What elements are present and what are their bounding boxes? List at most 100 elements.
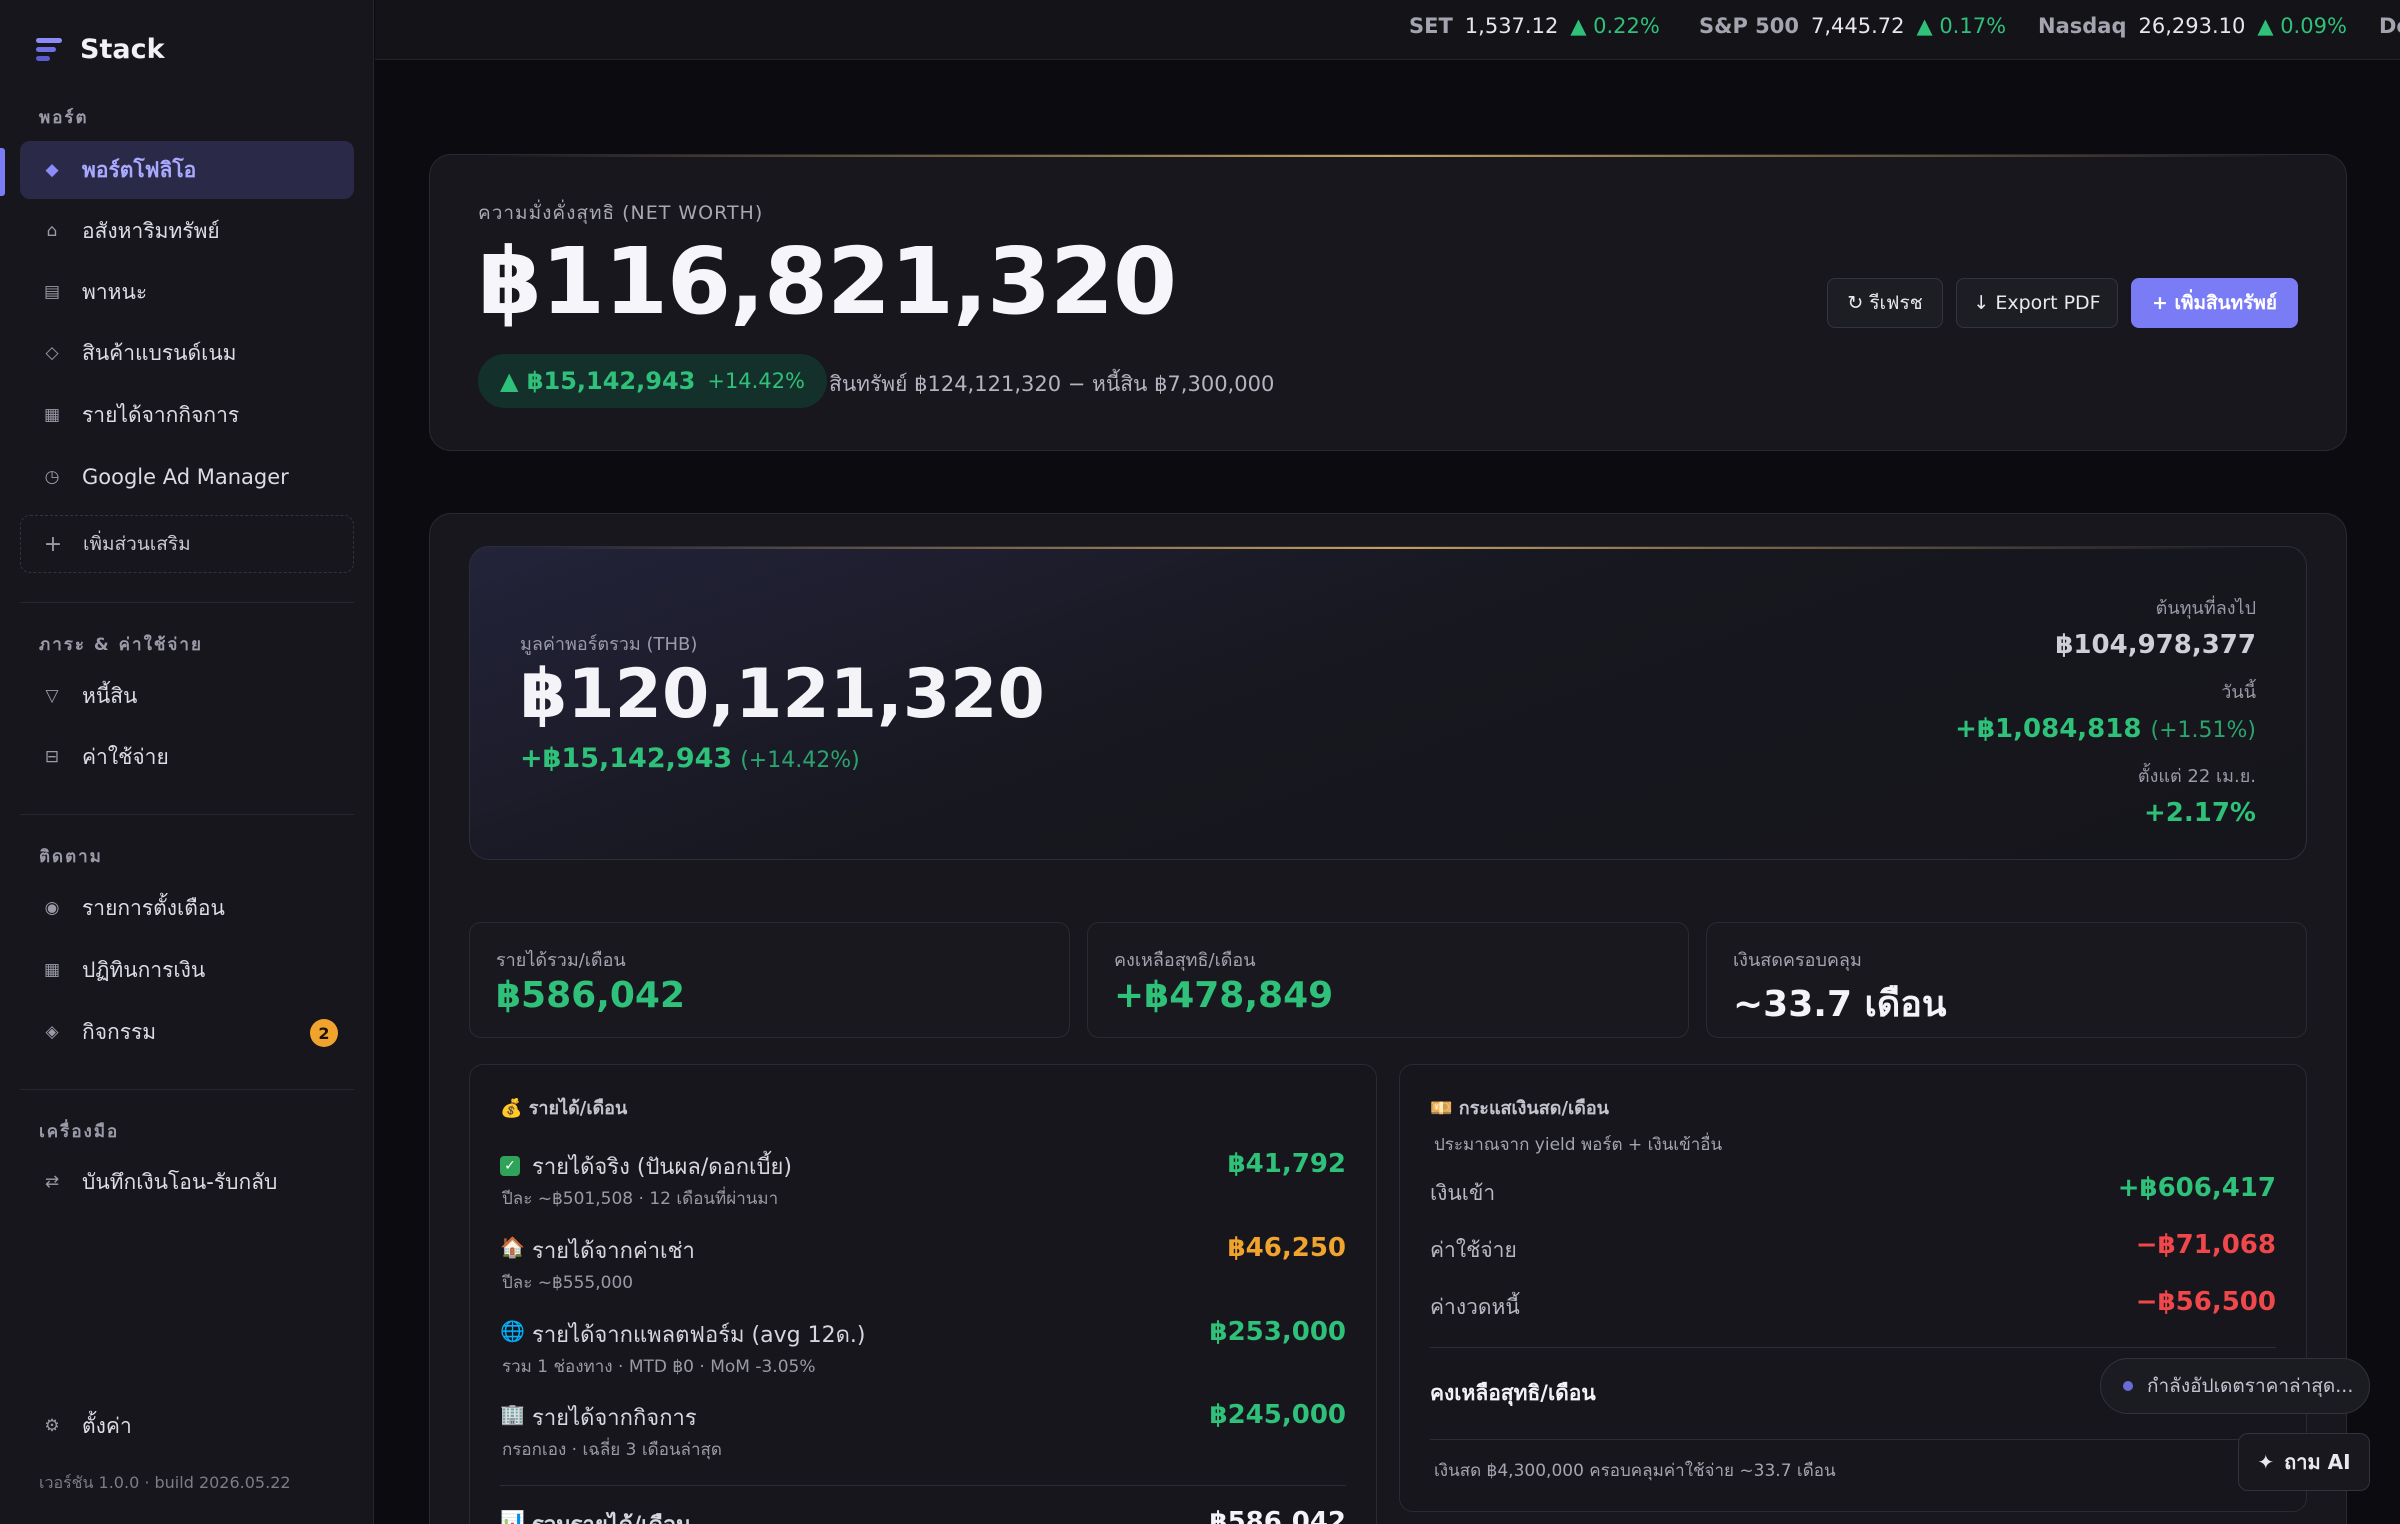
- sidebar-item-label: ปฏิทินการเงิน: [82, 957, 206, 982]
- business-icon: ▦: [43, 405, 61, 425]
- today-label: วันนี้: [2221, 682, 2256, 703]
- portfolio-change-pct: (+14.42%): [740, 748, 860, 773]
- cashflow-row-expenses: ค่าใช้จ่าย −฿71,068: [1430, 1230, 2276, 1270]
- sidebar-item-label: สินค้าแบรนด์เนม: [82, 340, 237, 365]
- net-worth-change-pill: ▲ ฿15,142,943 +14.42%: [478, 354, 828, 408]
- ticker-name: Nasdaq: [2038, 14, 2127, 38]
- cashflow-row-debt-payments: ค่างวดหนี้ −฿56,500: [1430, 1287, 2276, 1327]
- sidebar-item-settings[interactable]: ⚙ ตั้งค่า: [20, 1397, 354, 1455]
- sparkle-icon: ✦: [2257, 1450, 2275, 1474]
- sidebar-item-expenses[interactable]: ⊟ ค่าใช้จ่าย: [20, 728, 354, 786]
- cashflow-row-label: เงินเข้า: [1430, 1181, 1496, 1205]
- sidebar-item-activity[interactable]: ◈ กิจกรรม 2: [20, 1003, 354, 1061]
- cashflow-footnote: เงินสด ฿4,300,000 ครอบคลุมค่าใช้จ่าย ~33…: [1434, 1461, 1836, 1481]
- triangle-down-icon: ▽: [45, 686, 59, 706]
- ticker-name: S&P 500: [1699, 14, 1799, 38]
- divider: [20, 814, 354, 815]
- brand[interactable]: Stack: [36, 34, 165, 65]
- sidebar-item-label: ค่าใช้จ่าย: [82, 744, 169, 769]
- cashflow-subtitle: ประมาณจาก yield พอร์ต + เงินเข้าอื่น: [1434, 1135, 1723, 1155]
- globe-icon: 🌐: [500, 1319, 525, 1343]
- sidebar-item-label: ตั้งค่า: [82, 1413, 132, 1438]
- money-bag-icon: 💰: [500, 1098, 523, 1119]
- income-row-value: ฿46,250: [1227, 1233, 1346, 1263]
- market-ticker: SET 1,537.12 ▲ 0.22% S&P 500 7,445.72 ▲ 0.17…: [375, 0, 2400, 60]
- ticker-value: 7,445.72: [1810, 14, 1905, 38]
- sidebar-item-label: Google Ad Manager: [82, 465, 289, 489]
- portfolio-value-card: มูลค่าพอร์ตรวม (THB) ฿120,121,320 +฿15,1…: [469, 546, 2307, 860]
- income-row-dividends: ✓ รายได้จริง (ปันผล/ดอกเบี้ย) ปีละ ~฿501…: [500, 1149, 1346, 1219]
- sidebar-item-label: บันทึกเงินโอน-รับกลับ: [82, 1169, 278, 1194]
- cashflow-net-label: คงเหลือสุทธิ/เดือน: [1430, 1381, 1596, 1405]
- income-row-rent: 🏠 รายได้จากค่าเช่า ปีละ ~฿555,000 ฿46,25…: [500, 1233, 1346, 1303]
- building-icon: 🏢: [500, 1402, 525, 1426]
- vehicle-icon: ▤: [43, 282, 61, 302]
- sidebar-item-label: หนี้สิน: [82, 683, 138, 708]
- ticker-change: ▲ 0.09%: [2257, 14, 2347, 38]
- sidebar-item-label: รายการตั้งเตือน: [82, 895, 225, 920]
- income-row-sub: กรอกเอง · เฉลี่ย 3 เดือนล่าสุด: [502, 1440, 722, 1460]
- ticker-value: 1,537.12: [1464, 14, 1559, 38]
- income-title-text: รายได้/เดือน: [528, 1098, 628, 1119]
- sidebar-item-real-estate[interactable]: ⌂ อสังหาริมทรัพย์: [20, 202, 354, 260]
- cashflow-row-label: ค่าใช้จ่าย: [1430, 1238, 1517, 1262]
- sidebar-item-label: พอร์ตโฟลิโอ: [82, 157, 197, 182]
- sidebar-item-calendar[interactable]: ▦ ปฏิทินการเงิน: [20, 941, 354, 999]
- sidebar-item-label: เพิ่มส่วนเสริม: [83, 533, 191, 555]
- house-icon: 🏠: [500, 1235, 525, 1259]
- notification-badge: 2: [310, 1019, 338, 1047]
- chart-icon: 📊: [500, 1509, 525, 1524]
- ask-ai-button[interactable]: ✦ ถาม AI: [2238, 1433, 2370, 1491]
- cashflow-row-value: −฿56,500: [2135, 1287, 2276, 1317]
- sidebar-item-label: อสังหาริมทรัพย์: [82, 218, 220, 243]
- transfer-icon: ⇄: [44, 1172, 60, 1192]
- portfolio-value: ฿120,121,320: [520, 655, 1045, 734]
- status-dot-icon: [2123, 1381, 2133, 1391]
- sidebar-item-label: รายได้จากกิจการ: [82, 402, 240, 427]
- ticker-change: ▲ 0.22%: [1570, 14, 1660, 38]
- sidebar-item-luxury[interactable]: ◇ สินค้าแบรนด์เนม: [20, 324, 354, 382]
- income-row-platform: 🌐 รายได้จากแพลตฟอร์ม (avg 12ด.) รวม 1 ช่…: [500, 1317, 1346, 1387]
- add-extension-button[interactable]: + เพิ่มส่วนเสริม: [20, 515, 354, 573]
- stat-net-remaining: คงเหลือสุทธิ/เดือน +฿478,849: [1087, 922, 1689, 1038]
- export-pdf-button[interactable]: ↓ Export PDF: [1956, 278, 2118, 328]
- sidebar-item-google-ad-manager[interactable]: ◷ Google Ad Manager: [20, 448, 354, 506]
- stat-value: +฿478,849: [1114, 975, 1334, 1016]
- net-worth-change-pct: +14.42%: [707, 369, 806, 393]
- stat-total-income: รายได้รวม/เดือน ฿586,042: [469, 922, 1070, 1038]
- income-row-value: ฿253,000: [1209, 1317, 1346, 1347]
- sidebar-item-vehicles[interactable]: ▤ พาหนะ: [20, 263, 354, 321]
- since-value: +2.17%: [2144, 798, 2256, 828]
- income-row-label: รายได้จากกิจการ: [532, 1406, 697, 1431]
- income-row-sub: รวม 1 ช่องทาง · MTD ฿0 · MoM -3.05%: [502, 1357, 816, 1377]
- portfolio-change-amount: +฿15,142,943: [520, 743, 733, 774]
- income-row-sub: ปีละ ~฿555,000: [502, 1273, 634, 1293]
- sidebar-item-transfers[interactable]: ⇄ บันทึกเงินโอน-รับกลับ: [20, 1153, 354, 1211]
- income-total-row: 📊 รวมรายได้/เดือน ฿586,042: [500, 1507, 1346, 1524]
- receipt-icon: ⊟: [44, 747, 60, 767]
- divider: [500, 1485, 1346, 1486]
- house-icon: ⌂: [46, 221, 58, 241]
- refresh-button[interactable]: ↻ รีเฟรช: [1827, 278, 1943, 328]
- sidebar-item-portfolio[interactable]: ◆ พอร์ตโฟลิโอ: [20, 141, 354, 199]
- sidebar-item-debts[interactable]: ▽ หนี้สิน: [20, 667, 354, 725]
- section-title-portfolio: พอร์ต: [39, 108, 89, 128]
- income-total-value: ฿586,042: [1209, 1507, 1346, 1524]
- divider: [1430, 1347, 2276, 1348]
- cashflow-panel-title: 💴 กระแสเงินสด/เดือน: [1430, 1093, 1609, 1122]
- income-panel-title: 💰 รายได้/เดือน: [500, 1093, 627, 1122]
- income-total-label: รวมรายได้/เดือน: [532, 1507, 691, 1524]
- today-change: วันนี้ +฿1,084,818 (+1.51%): [1955, 677, 2256, 744]
- income-panel: 💰 รายได้/เดือน ✓ รายได้จริง (ปันผล/ดอกเบ…: [469, 1064, 1377, 1524]
- net-worth-value: ฿116,821,320: [478, 228, 1177, 335]
- net-worth-change: ▲ ฿15,142,943: [500, 367, 696, 395]
- version-label: เวอร์ชัน 1.0.0 · build 2026.05.22: [39, 1473, 291, 1492]
- alert-icon: ◉: [44, 898, 60, 918]
- sidebar-item-business-income[interactable]: ▦ รายได้จากกิจการ: [20, 386, 354, 444]
- cost-basis-label: ต้นทุนที่ลงไป: [2155, 598, 2256, 619]
- cashflow-row-value: −฿71,068: [2135, 1230, 2276, 1260]
- add-asset-button[interactable]: + เพิ่มสินทรัพย์: [2131, 278, 2298, 328]
- cost-basis-value: ฿104,978,377: [2055, 630, 2256, 660]
- income-row-value: ฿245,000: [1209, 1400, 1346, 1430]
- sidebar-item-alerts[interactable]: ◉ รายการตั้งเตือน: [20, 879, 354, 937]
